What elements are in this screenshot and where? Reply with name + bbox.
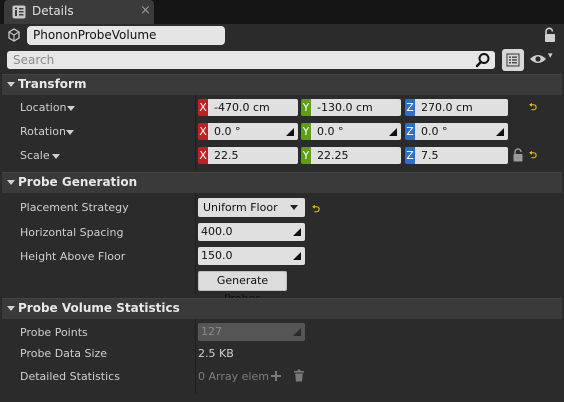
reset-to-default-icon[interactable]: ⮌ xyxy=(529,148,537,165)
placement-strategy-label: Placement Strategy xyxy=(20,201,129,214)
chevron-down-icon[interactable] xyxy=(67,106,75,111)
rotation-x-field[interactable]: 0.0 ° xyxy=(208,123,298,140)
scale-y-field[interactable]: 22.25 xyxy=(311,147,401,164)
reset-to-default-icon[interactable]: ⮌ xyxy=(312,202,320,219)
actor-icon xyxy=(8,28,20,42)
axis-z-label: Z xyxy=(405,147,415,164)
height-above-floor-field[interactable]: 150.0 xyxy=(198,247,305,265)
list-view-icon xyxy=(506,53,520,67)
expand-arrow-icon xyxy=(7,180,15,185)
search-icon[interactable] xyxy=(475,52,491,68)
reset-to-default-icon[interactable]: ⮌ xyxy=(529,100,537,117)
scale-label: Scale xyxy=(20,149,50,162)
lock-icon[interactable] xyxy=(512,148,524,162)
location-y-field[interactable]: -130.0 cm xyxy=(311,99,401,116)
details-icon xyxy=(12,5,26,19)
rotation-label: Rotation xyxy=(20,125,67,138)
axis-x-label: X xyxy=(198,99,208,116)
scale-z-field[interactable]: 7.5 xyxy=(415,147,508,164)
column-divider xyxy=(195,95,196,169)
drag-handle-icon[interactable] xyxy=(286,128,294,136)
category-title: Probe Generation xyxy=(18,175,138,189)
expand-arrow-icon xyxy=(7,306,15,311)
axis-y-label: Y xyxy=(301,147,311,164)
dropdown-value: Uniform Floor xyxy=(203,201,278,214)
drag-handle-icon[interactable] xyxy=(389,128,397,136)
axis-y-label: Y xyxy=(301,99,311,116)
probe-data-size-value: 2.5 KB xyxy=(198,347,234,360)
view-options-button[interactable] xyxy=(502,49,524,71)
drag-handle-icon[interactable] xyxy=(293,252,301,260)
horizontal-spacing-field[interactable]: 400.0 xyxy=(198,223,305,241)
tab-details[interactable]: Details × xyxy=(4,0,154,24)
search-box[interactable] xyxy=(7,51,495,69)
eye-icon[interactable] xyxy=(529,53,547,65)
axis-z-label: Z xyxy=(405,99,415,116)
generate-probes-button[interactable]: Generate Probes xyxy=(198,271,287,305)
chevron-down-icon[interactable]: ▾ xyxy=(548,51,553,61)
lock-icon[interactable] xyxy=(543,27,557,43)
scale-x-field[interactable]: 22.5 xyxy=(208,147,298,164)
chevron-down-icon xyxy=(290,205,298,210)
location-z-field[interactable]: 270.0 cm xyxy=(415,99,508,116)
category-title: Transform xyxy=(18,77,87,91)
category-probe-generation[interactable]: Probe Generation xyxy=(2,172,562,193)
column-divider xyxy=(195,193,196,294)
drag-handle-icon[interactable] xyxy=(293,228,301,236)
search-input[interactable] xyxy=(7,51,473,69)
probe-points-label: Probe Points xyxy=(20,326,88,339)
detailed-statistics-label: Detailed Statistics xyxy=(20,370,120,383)
drag-handle-icon xyxy=(293,328,301,336)
array-count-text: 0 Array elem xyxy=(198,370,269,383)
rotation-y-field[interactable]: 0.0 ° xyxy=(311,123,401,140)
location-label: Location xyxy=(20,101,67,114)
axis-x-label: X xyxy=(198,123,208,140)
category-transform[interactable]: Transform xyxy=(2,74,562,95)
category-title: Probe Volume Statistics xyxy=(18,301,180,315)
add-element-icon[interactable] xyxy=(270,370,282,382)
probe-data-size-label: Probe Data Size xyxy=(20,347,108,360)
rotation-z-field[interactable]: 0.0 ° xyxy=(415,123,508,140)
category-probe-volume-statistics[interactable]: Probe Volume Statistics xyxy=(2,298,562,319)
height-above-floor-label: Height Above Floor xyxy=(20,250,126,263)
trash-icon[interactable] xyxy=(293,369,305,382)
actor-name-field[interactable]: PhononProbeVolume xyxy=(27,26,225,45)
axis-x-label: X xyxy=(198,147,208,164)
axis-y-label: Y xyxy=(301,123,311,140)
drag-handle-icon[interactable] xyxy=(496,128,504,136)
chevron-down-icon[interactable] xyxy=(66,130,74,135)
probe-points-field: 127 xyxy=(198,323,305,341)
tab-title: Details xyxy=(32,4,74,18)
chevron-down-icon[interactable] xyxy=(52,154,60,159)
location-x-field[interactable]: -470.0 cm xyxy=(208,99,298,116)
expand-arrow-icon xyxy=(7,82,15,87)
horizontal-spacing-label: Horizontal Spacing xyxy=(20,226,124,239)
column-divider xyxy=(195,319,196,394)
axis-z-label: Z xyxy=(405,123,415,140)
placement-strategy-dropdown[interactable]: Uniform Floor xyxy=(198,198,305,217)
close-icon[interactable]: × xyxy=(140,3,151,18)
